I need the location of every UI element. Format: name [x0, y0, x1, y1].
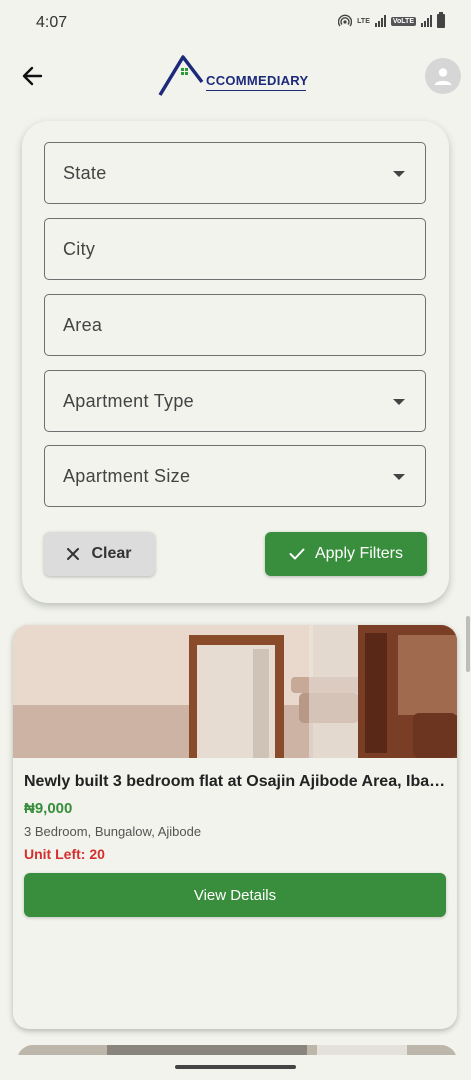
- view-details-button[interactable]: View Details: [24, 873, 446, 917]
- status-icons: LTE VoLTE: [338, 12, 445, 28]
- clear-label: Clear: [91, 545, 132, 562]
- lte-indicator: LTE: [357, 17, 370, 25]
- apply-filters-button[interactable]: Apply Filters: [265, 532, 427, 576]
- apartment-type-label: Apartment Type: [63, 391, 194, 411]
- close-icon: [67, 548, 80, 560]
- dropdown-caret-icon: [393, 474, 405, 480]
- battery-icon: [437, 12, 445, 28]
- back-button[interactable]: [14, 58, 50, 94]
- signal-icon-2: [421, 15, 432, 27]
- hotspot-icon: [338, 14, 353, 27]
- logo-text: CCOMMEDIARY: [206, 73, 309, 88]
- app-logo: CCOMMEDIARY: [158, 54, 318, 100]
- city-label: City: [63, 239, 96, 259]
- listing-price: ₦9,000: [24, 800, 73, 817]
- listing-photo: [13, 625, 457, 758]
- check-icon: [289, 548, 305, 560]
- arrow-left-icon: [22, 66, 43, 86]
- status-time: 4:07: [36, 14, 68, 31]
- apartment-type-dropdown[interactable]: Apartment Type: [44, 370, 426, 432]
- signal-icon: [374, 15, 386, 27]
- apply-filters-label: Apply Filters: [314, 545, 404, 562]
- area-input[interactable]: Area: [44, 294, 426, 356]
- dropdown-caret-icon: [393, 171, 405, 177]
- view-details-label: View Details: [193, 886, 277, 904]
- profile-avatar[interactable]: [425, 58, 461, 94]
- state-label: State: [63, 163, 107, 183]
- home-indicator[interactable]: [175, 1065, 296, 1069]
- clear-button[interactable]: Clear: [44, 532, 155, 576]
- dropdown-caret-icon: [393, 399, 405, 405]
- state-dropdown[interactable]: State: [44, 142, 426, 204]
- screen: 4:07 LTE VoLTE CCOMMEDIARY State City Ar…: [0, 0, 471, 1080]
- listing-meta: 3 Bedroom, Bungalow, Ajibode: [24, 824, 202, 839]
- area-label: Area: [63, 315, 103, 335]
- apartment-size-label: Apartment Size: [63, 466, 191, 486]
- logo-underline: [206, 90, 306, 91]
- listing-title: Newly built 3 bedroom flat at Osajin Aji…: [24, 773, 448, 790]
- listing-card[interactable]: Newly built 3 bedroom flat at Osajin Aji…: [13, 625, 457, 1029]
- app-bar: CCOMMEDIARY: [0, 46, 471, 106]
- room-photo-image: [13, 625, 457, 758]
- scrollbar[interactable]: [466, 616, 470, 672]
- filter-panel: State City Area Apartment Type Apartment…: [22, 121, 449, 603]
- volte-indicator: VoLTE: [390, 16, 416, 26]
- city-input[interactable]: City: [44, 218, 426, 280]
- listing-units-left: Unit Left: 20: [24, 846, 105, 862]
- person-icon: [434, 68, 452, 85]
- status-bar: 4:07 LTE VoLTE: [0, 0, 471, 46]
- apartment-size-dropdown[interactable]: Apartment Size: [44, 445, 426, 507]
